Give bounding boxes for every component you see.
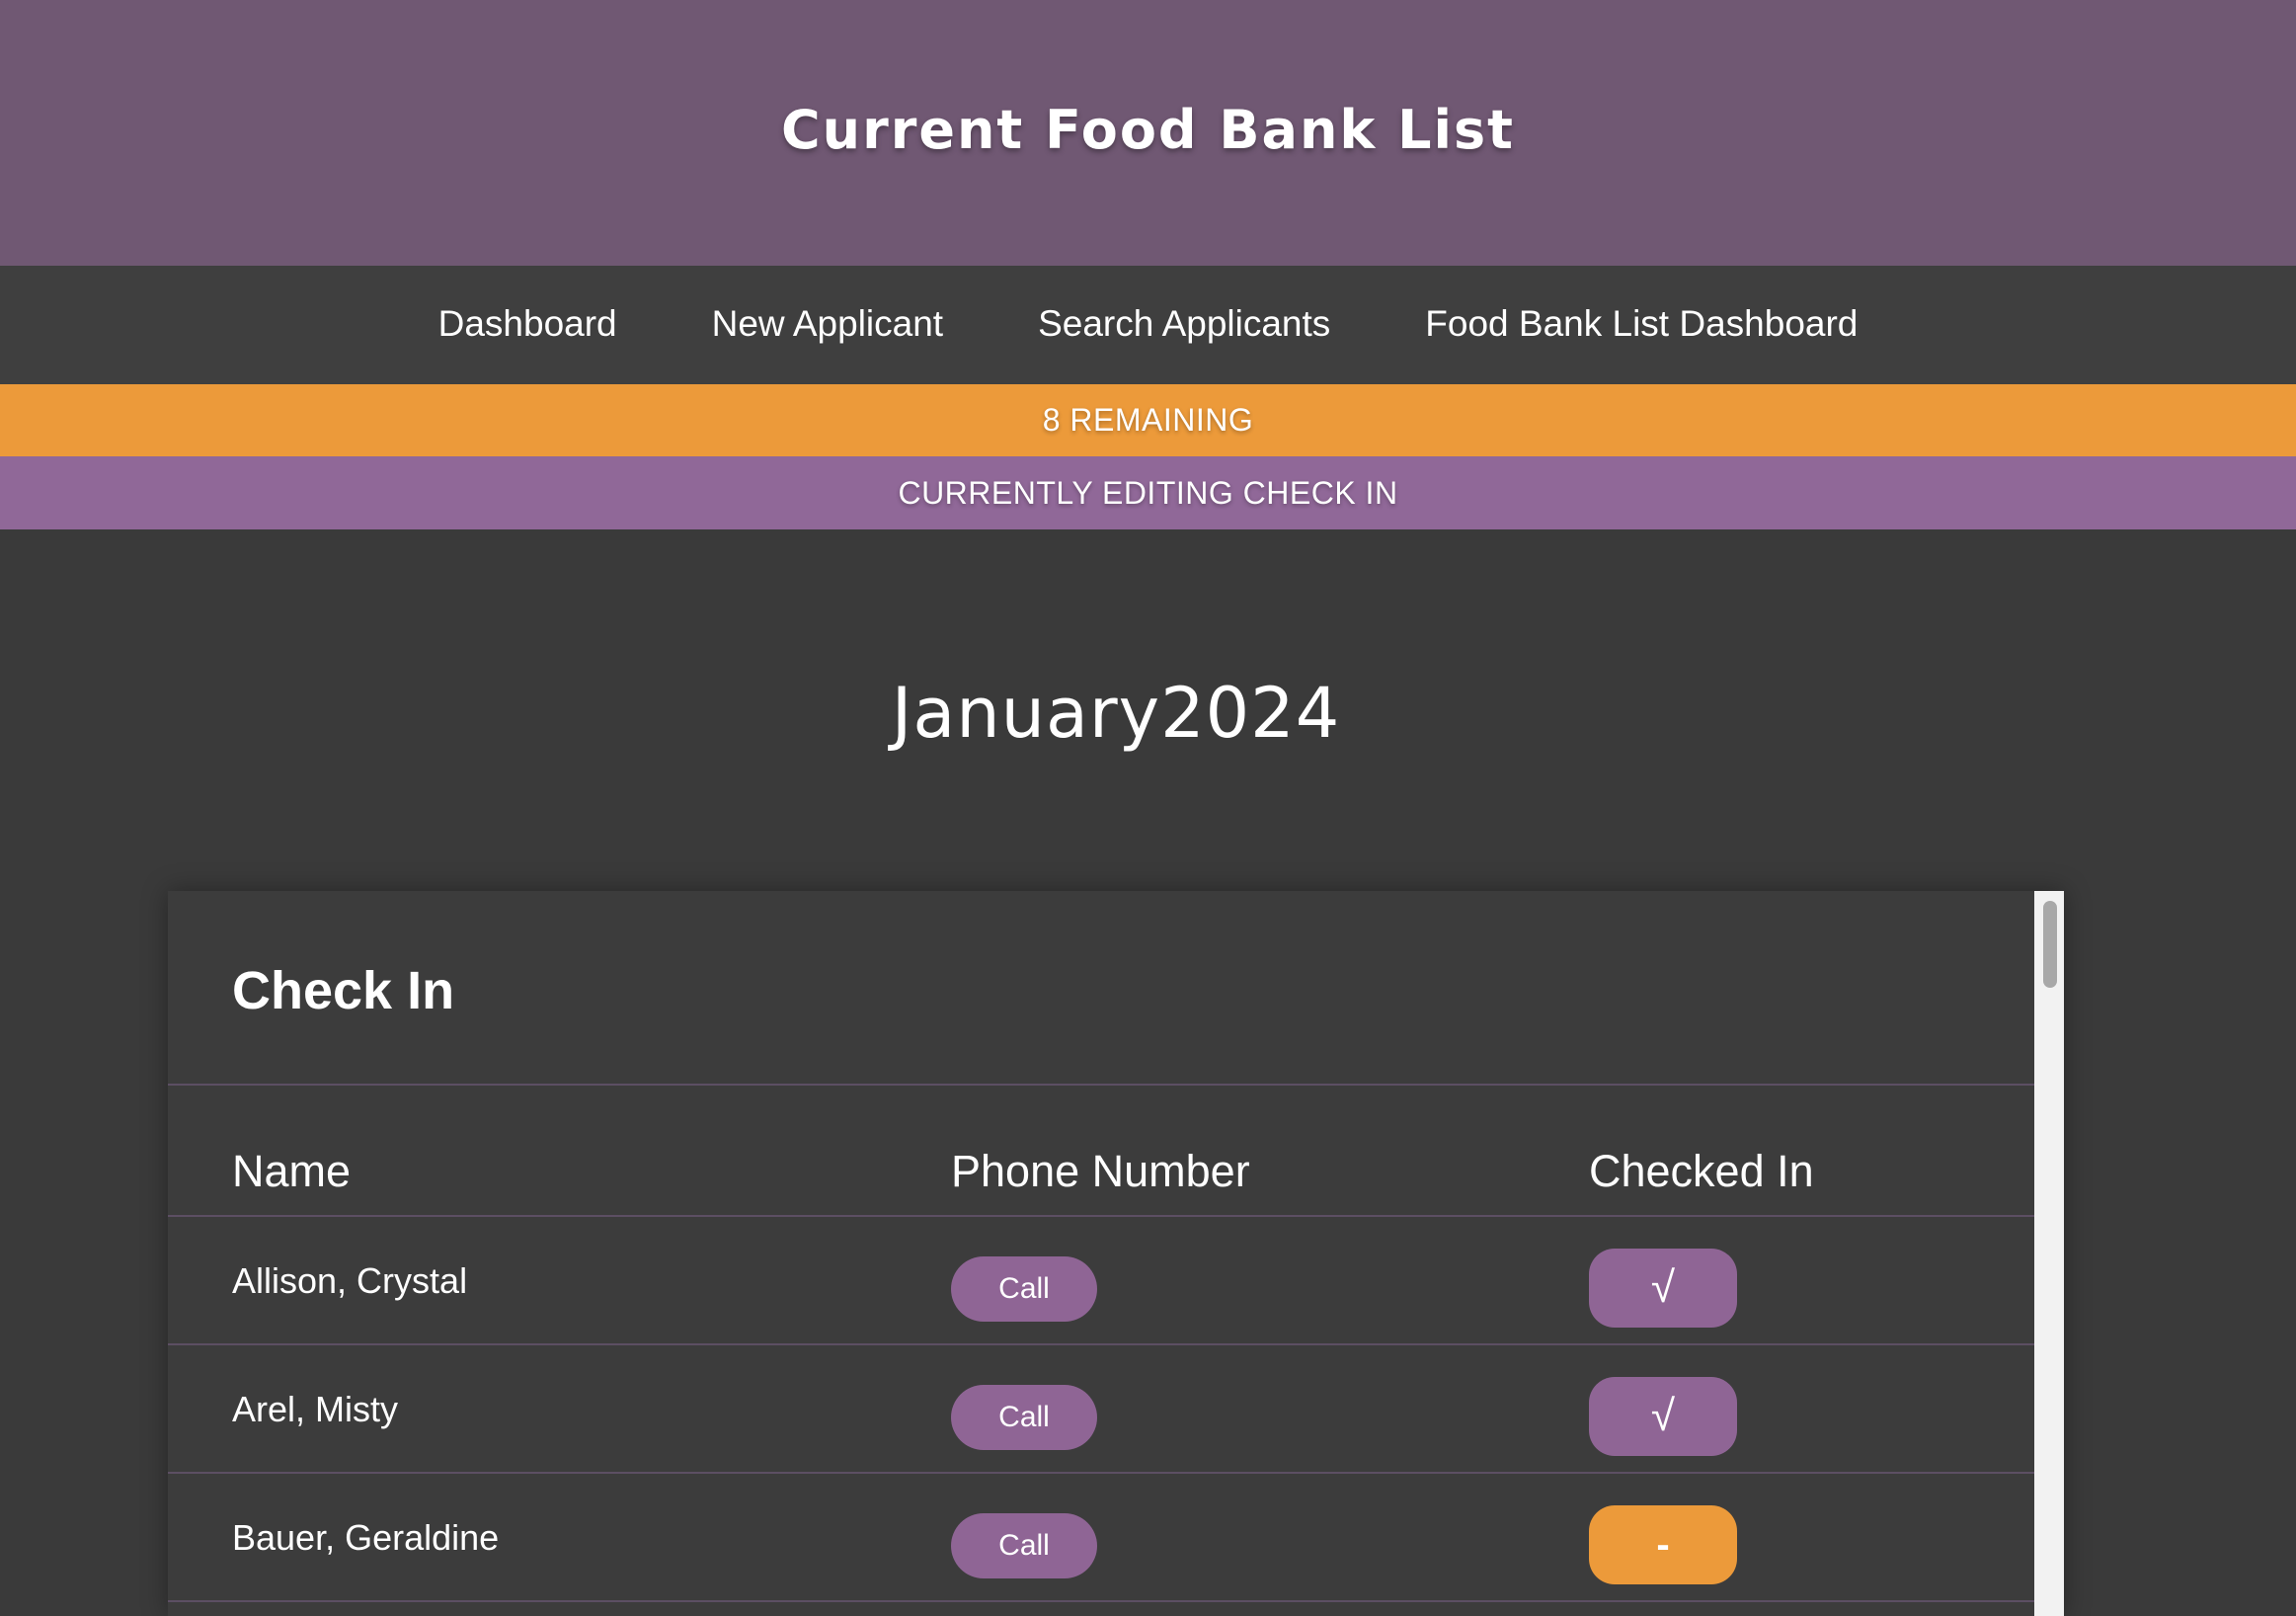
main-nav: Dashboard New Applicant Search Applicant… xyxy=(0,266,2296,384)
page-title: Current Food Bank List xyxy=(781,99,1515,161)
remaining-count: 8 REMAINING xyxy=(1042,402,1254,438)
page-header: Current Food Bank List xyxy=(0,0,2296,266)
card-title: Check In xyxy=(232,961,455,1020)
editing-banner: CURRENTLY EDITING CHECK IN xyxy=(0,456,2296,529)
remaining-banner: 8 REMAINING xyxy=(0,384,2296,456)
check-in-card: Check In Name Phone Number Checked In Al… xyxy=(168,891,2064,1616)
row-divider xyxy=(168,1600,2034,1602)
column-header-checked-in: Checked In xyxy=(1589,1146,1814,1196)
checked-in-toggle[interactable]: √ xyxy=(1589,1377,1737,1456)
check-in-card-content[interactable]: Check In Name Phone Number Checked In Al… xyxy=(168,891,2034,1616)
call-button[interactable]: Call xyxy=(951,1513,1097,1578)
table-row: Bauer, Geraldine Call - xyxy=(168,1474,2034,1602)
applicant-name: Allison, Crystal xyxy=(232,1260,468,1301)
nav-food-bank-list-dashboard[interactable]: Food Bank List Dashboard xyxy=(1425,303,1858,345)
checked-in-toggle[interactable]: - xyxy=(1589,1505,1737,1584)
call-button[interactable]: Call xyxy=(951,1385,1097,1450)
applicant-name: Bauer, Geraldine xyxy=(232,1517,500,1558)
divider xyxy=(168,1084,2034,1086)
applicant-name: Arel, Misty xyxy=(232,1389,399,1429)
editing-status: CURRENTLY EDITING CHECK IN xyxy=(898,474,1398,511)
table-row: Allison, Crystal Call √ xyxy=(168,1217,2034,1345)
scroll-thumb[interactable] xyxy=(2043,901,2057,988)
nav-new-applicant[interactable]: New Applicant xyxy=(712,303,943,345)
checked-in-toggle[interactable]: √ xyxy=(1589,1249,1737,1328)
nav-dashboard[interactable]: Dashboard xyxy=(438,303,617,345)
nav-search-applicants[interactable]: Search Applicants xyxy=(1038,303,1330,345)
table-row: Arel, Misty Call √ xyxy=(168,1345,2034,1474)
card-scrollbar[interactable] xyxy=(2034,891,2064,1616)
month-title: January2024 xyxy=(891,673,1341,754)
column-header-phone: Phone Number xyxy=(951,1146,1250,1196)
column-header-name: Name xyxy=(232,1146,352,1196)
call-button[interactable]: Call xyxy=(951,1256,1097,1322)
